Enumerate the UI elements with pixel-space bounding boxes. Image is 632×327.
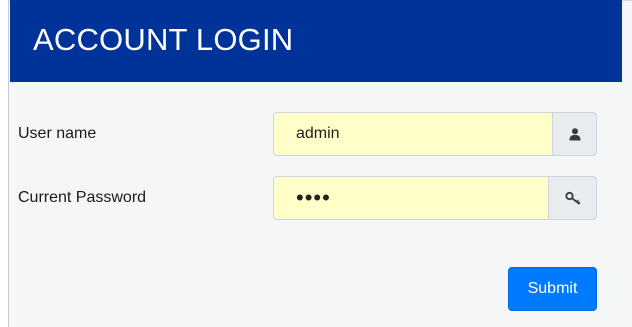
login-header: ACCOUNT LOGIN [10,0,622,82]
page-title: ACCOUNT LOGIN [33,22,294,57]
username-input-group [273,112,597,156]
username-label: User name [18,125,97,142]
user-icon [569,127,580,140]
password-label: Current Password [18,189,147,206]
username-input[interactable] [273,112,552,156]
username-addon [552,112,597,156]
password-input[interactable] [273,176,548,220]
password-addon [548,176,597,220]
password-input-group [273,176,597,220]
submit-button[interactable]: Submit [508,267,597,311]
key-icon [564,191,580,205]
